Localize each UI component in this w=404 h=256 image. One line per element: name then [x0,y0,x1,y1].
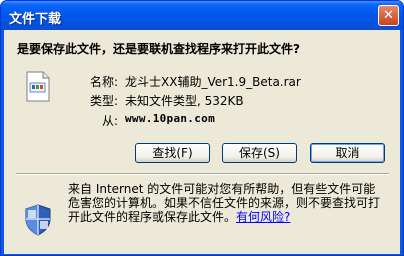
file-icon [26,71,50,102]
title-bar[interactable]: 文件下载 ✕ [1,1,403,30]
close-icon: ✕ [383,8,394,23]
cancel-button[interactable]: 取消 [310,143,385,163]
what-is-the-risk-link[interactable]: 有何风险? [236,210,290,224]
divider [16,173,389,175]
save-button[interactable]: 保存(S) [222,143,297,163]
dialog-question: 是要保存此文件，还是要联机查找程序来打开此文件? [17,42,300,56]
from-label: 从: [101,114,118,128]
warning-line-3: 开此文件的程序或保存此文件。有何风险? [68,210,383,224]
file-source-value: www.10pan.com [125,112,215,125]
file-type-value: 未知文件类型, 532KB [125,94,244,108]
find-button[interactable]: 查找(F) [135,143,210,163]
close-button[interactable]: ✕ [378,5,399,26]
warning-line-2: 危害您的计算机。如果不信任文件的来源，则不要查找可打 [68,196,381,210]
dialog-body: 是要保存此文件，还是要联机查找程序来打开此文件? 名称: 龙斗士XX辅助_Ver… [4,30,400,254]
window-title: 文件下载 [9,12,62,27]
download-dialog: 文件下载 ✕ 是要保存此文件，还是要联机查找程序来打开此文件? 名称: 龙斗士X… [0,0,404,256]
security-warning: 来自 Internet 的文件可能对您有所帮助，但有些文件可能 危害您的计算机。… [68,182,383,224]
type-label: 类型: [89,94,118,108]
shield-icon [25,204,51,236]
name-label: 名称: [89,75,118,89]
warning-line-1: 来自 Internet 的文件可能对您有所帮助，但有些文件可能 [68,182,376,196]
warning-line-3-text: 开此文件的程序或保存此文件。 [68,210,237,224]
file-name-value: 龙斗士XX辅助_Ver1.9_Beta.rar [125,75,301,89]
